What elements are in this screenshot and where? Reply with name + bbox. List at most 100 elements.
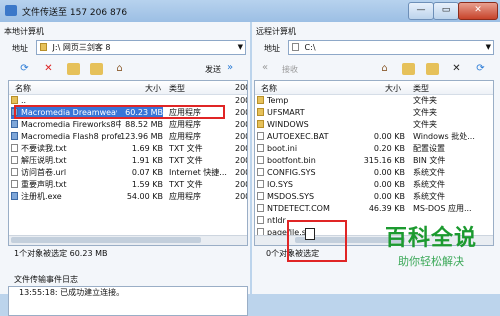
local-address-value: J:\ 网页三剑客 8 [52, 43, 111, 52]
file-icon [11, 156, 18, 164]
maximize-button[interactable]: ▭ [433, 2, 459, 20]
file-type: Internet 快捷... [169, 168, 227, 177]
highlight-box-selected-file [14, 105, 225, 119]
new-folder-icon[interactable] [426, 63, 439, 75]
local-pane: 本地计算机 地址 J:\ 网页三剑客 8 ▼ ⟳ ✕ ⌂ 发送 » 名称 大小 … [0, 22, 250, 316]
file-size: 0.07 KB [131, 168, 163, 177]
close-button[interactable]: ✕ [458, 2, 498, 20]
file-size: 0.00 KB [373, 132, 405, 141]
file-type: 文件夹 [413, 108, 437, 117]
col-name[interactable]: 名称 [15, 83, 31, 94]
file-size: 315.16 KB [363, 156, 405, 165]
file-name-cell: MSDOS.SYS [257, 191, 375, 203]
file-size: 0.00 KB [373, 180, 405, 189]
file-name: MSDOS.SYS [267, 192, 315, 201]
file-name: Macromedia Flash8 professi... [21, 132, 121, 141]
file-name: bootfont.bin [267, 156, 316, 165]
file-row[interactable]: bootfont.bin 315.16 KB BIN 文件 [255, 155, 493, 167]
file-name: UFSMART [267, 108, 305, 117]
up-folder-icon[interactable] [402, 63, 415, 75]
local-hscrollbar[interactable] [9, 235, 247, 245]
file-type: MS-DOS 应用... [413, 204, 472, 213]
file-icon [257, 180, 264, 188]
file-type: 系统文件 [413, 168, 445, 177]
file-name-cell: Temp [257, 95, 375, 107]
local-toolbar: ⟳ ✕ ⌂ 发送 » [0, 60, 250, 78]
file-name: 访问首卷.url [21, 168, 67, 177]
file-date: 200 [235, 168, 247, 177]
file-name-cell: IO.SYS [257, 179, 375, 191]
delete-icon[interactable]: ✕ [450, 63, 463, 75]
file-row[interactable]: boot.ini 0.20 KB 配置设置 [255, 143, 493, 155]
send-label[interactable]: 发送 [205, 64, 221, 75]
refresh-icon[interactable]: ⟳ [18, 63, 31, 75]
file-row[interactable]: AUTOEXEC.BAT 0.00 KB Windows 批处... [255, 131, 493, 143]
file-icon [11, 144, 18, 152]
col-date[interactable]: 200 [235, 83, 247, 92]
col-size[interactable]: 大小 [385, 83, 401, 94]
file-type: 文件夹 [413, 96, 437, 105]
file-date: 200 [235, 108, 247, 117]
local-address-dropdown[interactable]: J:\ 网页三剑客 8 ▼ [36, 40, 246, 55]
highlight-box-drop-target [287, 220, 347, 262]
receive-arrow-icon[interactable]: « [262, 62, 268, 73]
file-icon [257, 216, 264, 224]
file-size: 1.59 KB [131, 180, 163, 189]
receive-label[interactable]: 接收 [282, 64, 298, 75]
refresh-icon[interactable]: ⟳ [474, 63, 487, 75]
delete-icon[interactable]: ✕ [42, 63, 55, 75]
col-type[interactable]: 类型 [413, 83, 429, 94]
remote-pane-title: 远程计算机 [256, 27, 296, 36]
file-name: WINDOWS [267, 120, 309, 129]
file-date: 200 [235, 144, 247, 153]
file-icon [257, 156, 264, 164]
file-name: 解压说明.txt [21, 156, 67, 165]
file-row[interactable]: 访问首卷.url 0.07 KB Internet 快捷... 200 [9, 167, 247, 179]
folder-icon [257, 96, 264, 104]
event-log: 13:55:18: 已成功建立连接。 [8, 286, 248, 316]
file-type: TXT 文件 [169, 156, 203, 165]
col-type[interactable]: 类型 [169, 83, 185, 94]
remote-address-dropdown[interactable]: C:\ ▼ [288, 40, 494, 55]
file-name: 不要读我.txt [21, 144, 67, 153]
file-row[interactable]: IO.SYS 0.00 KB 系统文件 [255, 179, 493, 191]
col-name[interactable]: 名称 [261, 83, 277, 94]
file-row[interactable]: CONFIG.SYS 0.00 KB 系统文件 [255, 167, 493, 179]
file-size: 0.00 KB [373, 168, 405, 177]
file-row[interactable]: 注册机.exe 54.00 KB 应用程序 200 [9, 191, 247, 203]
application-icon [11, 120, 18, 128]
file-name: NTDETECT.COM [267, 204, 330, 213]
app-icon [5, 5, 17, 16]
file-row[interactable]: 解压说明.txt 1.91 KB TXT 文件 200 [9, 155, 247, 167]
file-size: 46.39 KB [368, 204, 405, 213]
minimize-button[interactable]: — [408, 2, 434, 20]
new-folder-icon[interactable] [67, 63, 80, 75]
file-name-cell: bootfont.bin [257, 155, 375, 167]
file-name: 注册机.exe [21, 192, 62, 201]
up-folder-icon[interactable] [90, 63, 103, 75]
file-name-cell: Macromedia Fireworks8中文... [11, 119, 121, 131]
remote-address-value: C:\ [304, 43, 316, 52]
home-icon[interactable]: ⌂ [113, 63, 126, 75]
col-size[interactable]: 大小 [145, 83, 161, 94]
file-row[interactable]: MSDOS.SYS 0.00 KB 系统文件 [255, 191, 493, 203]
home-icon[interactable]: ⌂ [378, 63, 391, 75]
file-row[interactable]: UFSMART 文件夹 [255, 107, 493, 119]
application-icon [11, 192, 18, 200]
file-row[interactable]: Macromedia Flash8 professi...123.96 MB 应用… [9, 131, 247, 143]
folder-icon [257, 108, 264, 116]
file-type: TXT 文件 [169, 180, 203, 189]
file-row[interactable]: NTDETECT.COM 46.39 KB MS-DOS 应用... [255, 203, 493, 215]
file-name-cell: 注册机.exe [11, 191, 121, 203]
file-row[interactable]: Macromedia Fireworks8中文... 88.52 MB 应用程序 20… [9, 119, 247, 131]
file-name: CONFIG.SYS [267, 168, 316, 177]
file-name-cell: NTDETECT.COM [257, 203, 375, 215]
file-row[interactable]: Temp 文件夹 [255, 95, 493, 107]
file-row[interactable]: WINDOWS 文件夹 [255, 119, 493, 131]
file-row[interactable]: 重要声明.txt 1.59 KB TXT 文件 200 [9, 179, 247, 191]
send-arrow-icon[interactable]: » [227, 62, 233, 73]
local-list-header: 名称 大小 类型 200 [9, 81, 247, 95]
watermark-main: 百科全说 [384, 226, 477, 251]
file-row[interactable]: 不要读我.txt 1.69 KB TXT 文件 200 [9, 143, 247, 155]
file-name-cell: 解压说明.txt [11, 155, 121, 167]
